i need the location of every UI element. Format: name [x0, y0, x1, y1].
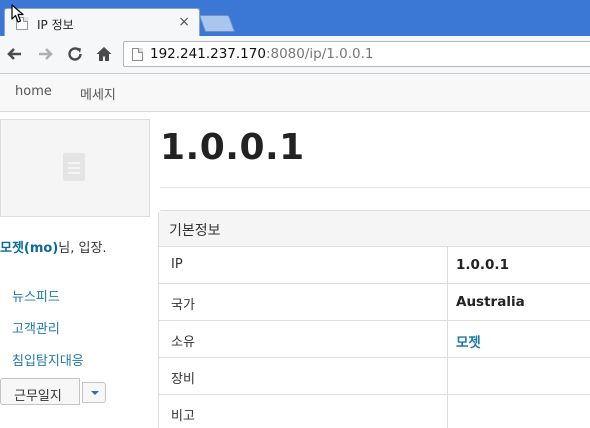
tab-title: IP 정보: [37, 18, 74, 32]
url-text[interactable]: 192.241.237.170:8080/ip/1.0.0.1: [150, 46, 374, 62]
row-value: 1.0.0.1: [456, 257, 509, 273]
row-label: 장비: [171, 372, 195, 387]
greeting-suffix: 님, 입장.: [58, 241, 107, 256]
row-label: 국가: [171, 298, 195, 313]
url-path: :8080/ip/1.0.0.1: [265, 46, 374, 62]
row-label: 소유: [171, 335, 195, 350]
mouse-cursor-icon: [11, 4, 24, 23]
top-navbar: home 메세지: [0, 75, 590, 112]
profile-image-placeholder: [0, 119, 150, 217]
row-value: Australia: [456, 294, 525, 310]
table-row-owner: 소유 모젯: [159, 321, 590, 358]
worklog-button-label: 근무일지: [14, 389, 62, 404]
sidebar-item-newsfeed[interactable]: 뉴스피드: [12, 286, 60, 305]
address-bar[interactable]: 192.241.237.170:8080/ip/1.0.0.1: [123, 41, 590, 67]
table-row-ip: IP 1.0.0.1: [159, 247, 590, 284]
welcome-message: 모젯(mo)님, 입장.: [0, 237, 107, 256]
table-row-equipment: 장비: [159, 358, 590, 395]
sidebar-item-intrusion-response[interactable]: 침입탐지대응: [12, 350, 84, 369]
nav-message-link[interactable]: 메세지: [80, 84, 116, 103]
photo-placeholder-icon: [63, 153, 85, 181]
page-title: 1.0.0.1: [160, 127, 305, 168]
heading-divider: [160, 187, 590, 188]
panel-header: 기본정보: [159, 211, 590, 247]
row-label: 비고: [171, 409, 195, 424]
browser-tab[interactable]: IP 정보 ×: [4, 8, 200, 37]
worklog-button[interactable]: 근무일지: [0, 378, 80, 405]
column-divider: [447, 358, 448, 394]
column-divider: [447, 395, 448, 428]
forward-arrow-icon[interactable]: [36, 45, 54, 63]
caret-down-icon: [91, 391, 99, 395]
basic-info-panel: 기본정보 IP 1.0.0.1 국가 Australia 소유 모젯 장비 비고: [158, 210, 590, 428]
home-icon[interactable]: [95, 45, 113, 63]
new-tab-button[interactable]: [198, 15, 236, 32]
owner-link[interactable]: 모젯: [456, 331, 481, 351]
column-divider: [447, 247, 448, 283]
column-divider: [447, 321, 448, 357]
browser-toolbar: 192.241.237.170:8080/ip/1.0.0.1: [0, 36, 590, 74]
nav-home-link[interactable]: home: [15, 84, 52, 99]
browser-tabstrip: IP 정보 ×: [0, 0, 590, 37]
worklog-dropdown-toggle[interactable]: [82, 382, 106, 403]
row-label: IP: [171, 257, 183, 272]
url-host: 192.241.237.170: [150, 46, 266, 62]
user-name-link[interactable]: 모젯(mo): [0, 241, 58, 256]
panel-title: 기본정보: [169, 223, 221, 239]
reload-icon[interactable]: [66, 45, 84, 63]
sidebar-item-customers[interactable]: 고객관리: [12, 318, 60, 337]
column-divider: [447, 284, 448, 320]
table-row-notes: 비고: [159, 395, 590, 428]
page-icon: [132, 48, 143, 61]
back-arrow-icon[interactable]: [6, 45, 24, 63]
table-row-country: 국가 Australia: [159, 284, 590, 321]
close-icon[interactable]: ×: [178, 14, 190, 30]
